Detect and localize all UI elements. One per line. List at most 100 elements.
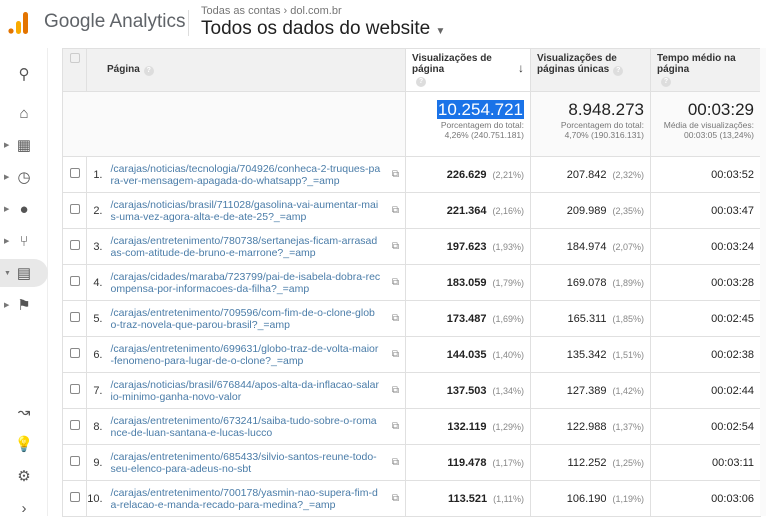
clock-icon[interactable]: ▶ ◷: [0, 163, 48, 191]
avg-time-value: 00:03:11: [650, 444, 761, 481]
column-page[interactable]: Página?: [86, 48, 406, 92]
total-value: 4,70% (190.316.131): [564, 130, 644, 140]
row-checkbox[interactable]: [62, 300, 87, 337]
open-external-icon[interactable]: ⧉: [392, 169, 399, 180]
table-row: 7. /carajas/noticias/brasil/676844/apos-…: [62, 372, 761, 409]
avg-time-value: 00:03:24: [650, 228, 761, 265]
unique-value: 122.988: [566, 420, 607, 433]
open-external-icon[interactable]: ⧉: [392, 205, 399, 216]
row-number: 4.: [86, 264, 107, 301]
page-link[interactable]: /carajas/noticias/brasil/711028/gasolina…: [111, 199, 381, 223]
row-checkbox[interactable]: [62, 336, 87, 373]
row-number: 9.: [86, 444, 107, 481]
views-percent: (2,16%): [492, 205, 524, 216]
table-row: 1. /carajas/noticias/tecnologia/704926/c…: [62, 156, 761, 193]
unique-value: 127.389: [566, 384, 607, 397]
unique-value: 209.989: [566, 204, 607, 217]
open-external-icon[interactable]: ⧉: [392, 349, 399, 360]
avg-time-value: 00:02:45: [650, 300, 761, 337]
home-icon[interactable]: ⌂: [0, 99, 48, 127]
page-link[interactable]: /carajas/entretenimento/673241/saiba-tud…: [111, 415, 381, 439]
behavior-icon[interactable]: ▼ ▤: [0, 259, 48, 287]
row-checkbox[interactable]: [62, 192, 87, 229]
views-value: 197.623: [446, 240, 487, 253]
top-bar: Google Analytics Todas as contas › dol.c…: [0, 0, 766, 48]
lightbulb-icon[interactable]: 💡: [0, 430, 48, 458]
views-percent: (1,11%): [493, 493, 524, 504]
open-external-icon[interactable]: ⧉: [392, 241, 399, 252]
views-percent: (1,93%): [492, 241, 524, 252]
attribution-icon[interactable]: ↝: [0, 398, 48, 426]
column-label: Visualizações de páginas únicas: [537, 53, 617, 75]
open-external-icon[interactable]: ⧉: [392, 457, 399, 468]
views-percent: (1,79%): [492, 277, 524, 288]
sort-desc-icon: ↓: [518, 61, 524, 75]
total-time: 00:03:29: [687, 100, 754, 119]
help-icon[interactable]: ?: [416, 77, 426, 87]
unique-percent: (1,42%): [612, 385, 644, 396]
row-number: 5.: [86, 300, 107, 337]
views-value: 113.521: [447, 492, 488, 505]
row-number: 8.: [86, 408, 107, 445]
avg-time-value: 00:03:52: [650, 156, 761, 193]
page-link[interactable]: /carajas/entretenimento/685433/silvio-sa…: [111, 451, 381, 475]
help-icon[interactable]: ?: [613, 66, 624, 76]
unique-percent: (2,35%): [612, 205, 644, 216]
gear-icon[interactable]: ⚙: [0, 462, 48, 490]
caret-down-icon: ▼: [435, 26, 446, 37]
property-selector[interactable]: Todos os dados do website ▼: [201, 18, 445, 40]
unique-value: 207.842: [566, 168, 607, 181]
help-icon[interactable]: ?: [661, 77, 671, 87]
row-checkbox[interactable]: [62, 444, 87, 481]
column-label: Visualizações de página: [412, 53, 492, 75]
page-link[interactable]: /carajas/entretenimento/709596/com-fim-d…: [111, 307, 381, 331]
open-external-icon[interactable]: ⧉: [392, 313, 399, 324]
total-label: Porcentagem do total:: [560, 120, 644, 130]
page-link[interactable]: /carajas/entretenimento/700178/yasmin-na…: [111, 487, 381, 511]
views-percent: (1,34%): [492, 385, 524, 396]
column-views[interactable]: Visualizações de página? ↓: [405, 48, 531, 92]
column-avg-time[interactable]: Tempo médio na página?: [650, 48, 761, 92]
chevron-right-icon[interactable]: ›: [0, 494, 48, 522]
open-external-icon[interactable]: ⧉: [392, 385, 399, 396]
avg-time-value: 00:02:44: [650, 372, 761, 409]
unique-value: 106.190: [566, 492, 607, 505]
breadcrumb[interactable]: Todas as contas › dol.com.br: [201, 5, 342, 17]
page-link[interactable]: /carajas/noticias/brasil/676844/apos-alt…: [111, 379, 381, 403]
flag-icon[interactable]: ▶ ⚑: [0, 291, 48, 319]
row-checkbox[interactable]: [62, 408, 87, 445]
views-percent: (1,17%): [492, 457, 524, 468]
page-link[interactable]: /carajas/cidades/maraba/723799/pai-de-is…: [111, 271, 381, 295]
table-row: 4. /carajas/cidades/maraba/723799/pai-de…: [62, 264, 761, 301]
open-external-icon[interactable]: ⧉: [392, 421, 399, 432]
dashboard-icon[interactable]: ▶ ▦: [0, 131, 48, 159]
avg-time-value: 00:03:47: [650, 192, 761, 229]
person-icon[interactable]: ▶ ●: [0, 195, 48, 223]
row-checkbox[interactable]: [62, 264, 87, 301]
total-label: Porcentagem do total:: [440, 120, 524, 130]
views-value: 119.478: [447, 456, 487, 469]
select-all-checkbox[interactable]: [62, 48, 87, 92]
open-external-icon[interactable]: ⧉: [392, 493, 399, 504]
column-unique-views[interactable]: Visualizações de páginas únicas?: [530, 48, 651, 92]
unique-percent: (1,25%): [612, 457, 644, 468]
row-checkbox[interactable]: [62, 480, 87, 517]
views-value: 226.629: [446, 168, 487, 181]
avg-time-value: 00:02:38: [650, 336, 761, 373]
avg-time-value: 00:02:54: [650, 408, 761, 445]
views-value: 132.119: [447, 420, 487, 433]
scroll-edge: [760, 48, 766, 516]
acquisition-icon[interactable]: ▶ ⑂: [0, 227, 48, 255]
open-external-icon[interactable]: ⧉: [392, 277, 399, 288]
row-number: 3.: [86, 228, 107, 265]
avg-time-value: 00:03:06: [650, 480, 761, 517]
page-link[interactable]: /carajas/entretenimento/699631/globo-tra…: [111, 343, 381, 367]
totals-row: 10.254.721 Porcentagem do total: 4,26% (24…: [62, 91, 761, 157]
page-link[interactable]: /carajas/noticias/tecnologia/704926/conh…: [111, 163, 381, 187]
row-checkbox[interactable]: [62, 156, 87, 193]
search-icon[interactable]: ⚲: [0, 60, 48, 88]
row-checkbox[interactable]: [62, 228, 87, 265]
help-icon[interactable]: ?: [143, 66, 154, 76]
row-checkbox[interactable]: [62, 372, 87, 409]
page-link[interactable]: /carajas/entretenimento/780738/sertaneja…: [111, 235, 381, 259]
